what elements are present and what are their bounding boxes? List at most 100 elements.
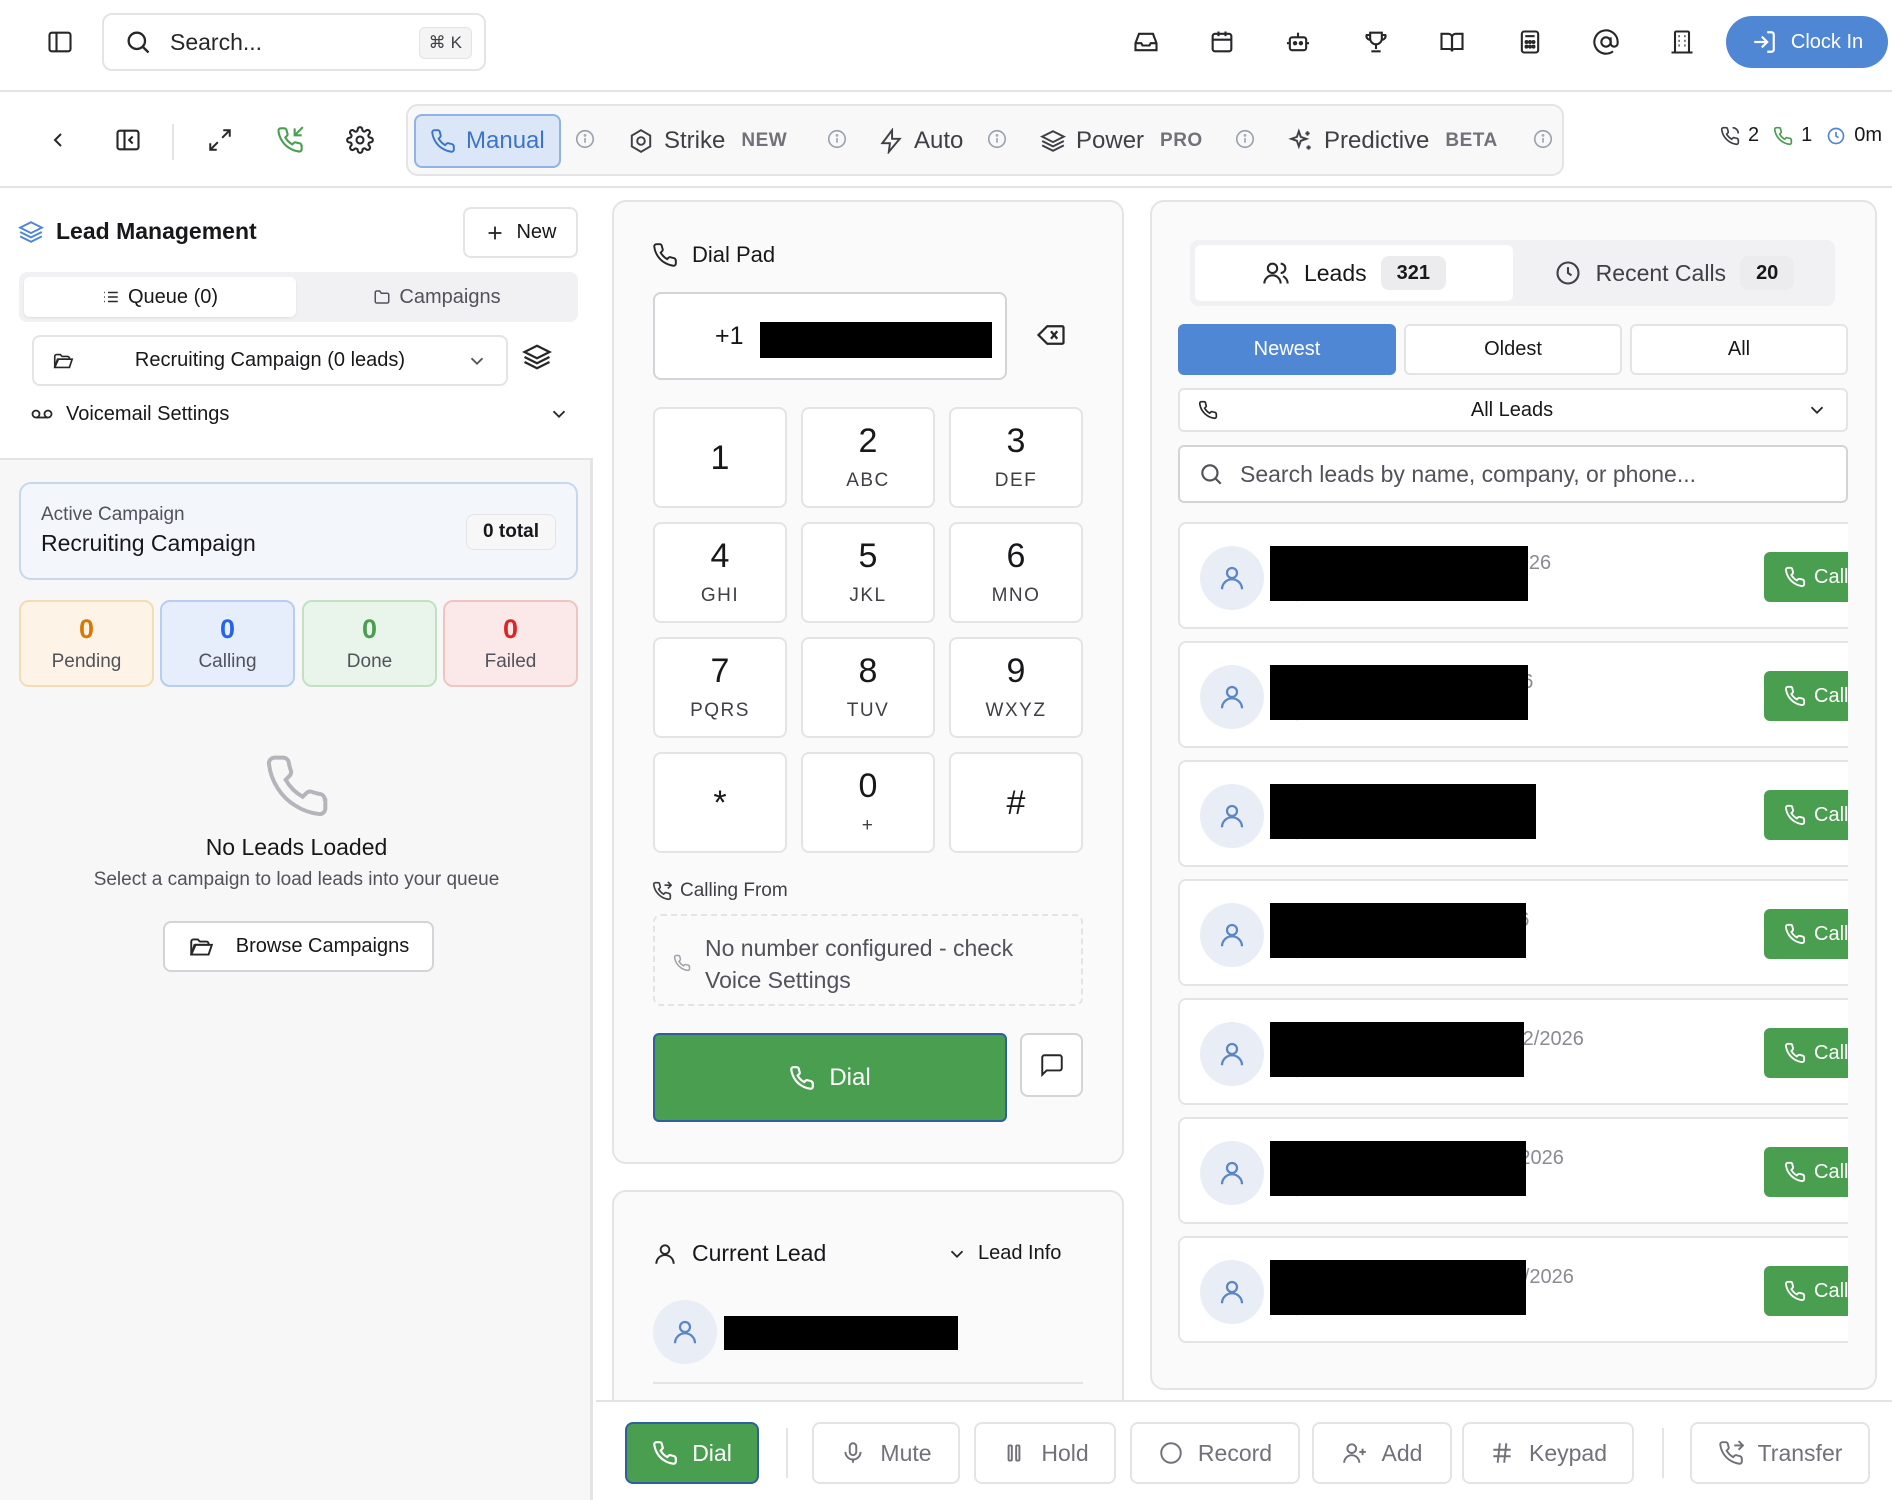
phone-icon — [789, 1065, 815, 1091]
tab-leads[interactable]: Leads 321 — [1195, 245, 1513, 301]
voicemail-icon — [30, 402, 54, 426]
call-stats: 2 1 0m — [1720, 124, 1882, 147]
key-8[interactable]: 8 TUV — [801, 637, 935, 738]
mode-manual[interactable]: Manual — [414, 114, 561, 168]
browse-campaigns-button[interactable]: Browse Campaigns — [163, 921, 434, 972]
mode-auto[interactable]: Auto — [864, 114, 977, 168]
transfer-button[interactable]: Transfer — [1690, 1422, 1870, 1484]
dial-button[interactable]: Dial — [653, 1033, 1007, 1122]
calls-active: 1 — [1801, 124, 1813, 146]
count-badge: 20 — [1740, 256, 1795, 290]
key-star[interactable]: * — [653, 752, 787, 853]
key-6[interactable]: 6 MNO — [949, 522, 1083, 623]
sidebar-toggle-icon[interactable] — [38, 20, 82, 64]
mode-predictive[interactable]: Predictive BETA — [1274, 114, 1512, 168]
call-lead-button[interactable]: Call — [1764, 671, 1848, 721]
book-icon[interactable] — [1430, 20, 1474, 64]
key-7[interactable]: 7 PQRS — [653, 637, 787, 738]
search-icon — [124, 28, 152, 56]
call-lead-button[interactable]: Call — [1764, 790, 1848, 840]
bot-icon[interactable] — [1276, 20, 1320, 64]
calculator-icon[interactable] — [1508, 20, 1552, 64]
phone-number-input[interactable]: +1 — [653, 292, 1007, 380]
chevron-down-icon — [466, 350, 488, 372]
trophy-icon[interactable] — [1354, 20, 1398, 64]
key-2[interactable]: 2 ABC — [801, 407, 935, 508]
list-item[interactable]: 4/2/2026 Call — [1178, 998, 1848, 1105]
list-item[interactable]: 1/2/2026Call — [1178, 1236, 1848, 1343]
redacted-lead-details — [1270, 903, 1526, 958]
key-1[interactable]: 1 — [653, 407, 787, 508]
record-button[interactable]: Record — [1130, 1422, 1300, 1484]
folder-open-icon — [188, 934, 214, 960]
log-in-icon — [1751, 29, 1777, 55]
info-icon[interactable] — [574, 128, 596, 150]
hold-button[interactable]: Hold — [974, 1422, 1116, 1484]
at-sign-icon[interactable] — [1584, 20, 1628, 64]
key-4[interactable]: 4 GHI — [653, 522, 787, 623]
clock-in-button[interactable]: Clock In — [1726, 16, 1888, 68]
voicemail-settings-toggle[interactable]: Voicemail Settings — [30, 402, 570, 426]
key-digit: 3 — [1006, 421, 1026, 460]
info-icon[interactable] — [1234, 128, 1256, 150]
tab-queue[interactable]: Queue (0) — [24, 277, 296, 317]
call-lead-button[interactable]: Call — [1764, 552, 1848, 602]
key-hash[interactable]: # — [949, 752, 1083, 853]
campaign-layers-button[interactable] — [522, 342, 552, 372]
lead-filter-select[interactable]: All Leads — [1178, 388, 1848, 432]
message-button[interactable] — [1020, 1033, 1083, 1097]
calendar-icon[interactable] — [1200, 20, 1244, 64]
key-3[interactable]: 3 DEF — [949, 407, 1083, 508]
count-badge: 321 — [1380, 256, 1447, 290]
sort-oldest[interactable]: Oldest — [1404, 324, 1622, 375]
list-item[interactable]: 026Call — [1178, 879, 1848, 986]
dial-control-button[interactable]: Dial — [625, 1422, 759, 1484]
mute-button[interactable]: Mute — [812, 1422, 960, 1484]
call-lead-button[interactable]: Call — [1764, 909, 1848, 959]
info-icon[interactable] — [986, 128, 1008, 150]
key-5[interactable]: 5 JKL — [801, 522, 935, 623]
list-item[interactable]: 1/2/2026Call — [1178, 1117, 1848, 1224]
key-digit: 7 — [710, 651, 730, 690]
sort-all[interactable]: All — [1630, 324, 1848, 375]
user-plus-icon — [1342, 1440, 1368, 1466]
list-item[interactable]: 2/2026Call — [1178, 522, 1848, 629]
status-card-pending: 0 Pending — [19, 600, 154, 687]
redacted-lead-details — [1270, 1141, 1526, 1196]
info-icon[interactable] — [826, 128, 848, 150]
lead-info-toggle[interactable]: Lead Info — [946, 1242, 1061, 1265]
campaign-select[interactable]: Recruiting Campaign (0 leads) — [32, 335, 508, 386]
panel-collapse-icon[interactable] — [106, 118, 150, 162]
call-lead-button[interactable]: Call — [1764, 1266, 1848, 1316]
key-0[interactable]: 0 + — [801, 752, 935, 853]
backspace-button[interactable] — [1036, 320, 1066, 350]
mode-power[interactable]: Power PRO — [1026, 114, 1217, 168]
list-item[interactable]: 26Call — [1178, 760, 1848, 867]
list-item[interactable]: 026Call — [1178, 641, 1848, 748]
lead-search-input[interactable]: Search leads by name, company, or phone.… — [1178, 445, 1848, 503]
key-9[interactable]: 9 WXYZ — [949, 637, 1083, 738]
inbox-icon[interactable] — [1124, 20, 1168, 64]
chevron-left-icon[interactable] — [36, 118, 80, 162]
status-label: Pending — [51, 651, 122, 672]
gear-icon[interactable] — [338, 118, 382, 162]
divider — [172, 124, 174, 160]
tab-campaigns[interactable]: Campaigns — [301, 277, 573, 317]
tab-recent-calls[interactable]: Recent Calls 20 — [1518, 245, 1830, 301]
call-lead-button[interactable]: Call — [1764, 1147, 1848, 1197]
mode-strike[interactable]: Strike NEW — [614, 114, 801, 168]
sort-newest[interactable]: Newest — [1178, 324, 1396, 375]
keypad-button[interactable]: Keypad — [1462, 1422, 1634, 1484]
caller-id-select[interactable]: No number configured - check Voice Setti… — [653, 914, 1083, 1006]
global-search[interactable]: Search... ⌘ K — [102, 13, 486, 71]
building-icon[interactable] — [1660, 20, 1704, 64]
expand-icon[interactable] — [198, 118, 242, 162]
add-participant-button[interactable]: Add — [1312, 1422, 1452, 1484]
phone-incoming-icon[interactable] — [268, 118, 312, 162]
new-lead-button[interactable]: New — [463, 207, 578, 258]
info-icon[interactable] — [1532, 128, 1554, 150]
phone-forwarded-icon — [652, 881, 672, 901]
control-label: Add — [1381, 1439, 1423, 1466]
call-lead-button[interactable]: Call — [1764, 1028, 1848, 1078]
key-digit: 6 — [1006, 536, 1026, 575]
